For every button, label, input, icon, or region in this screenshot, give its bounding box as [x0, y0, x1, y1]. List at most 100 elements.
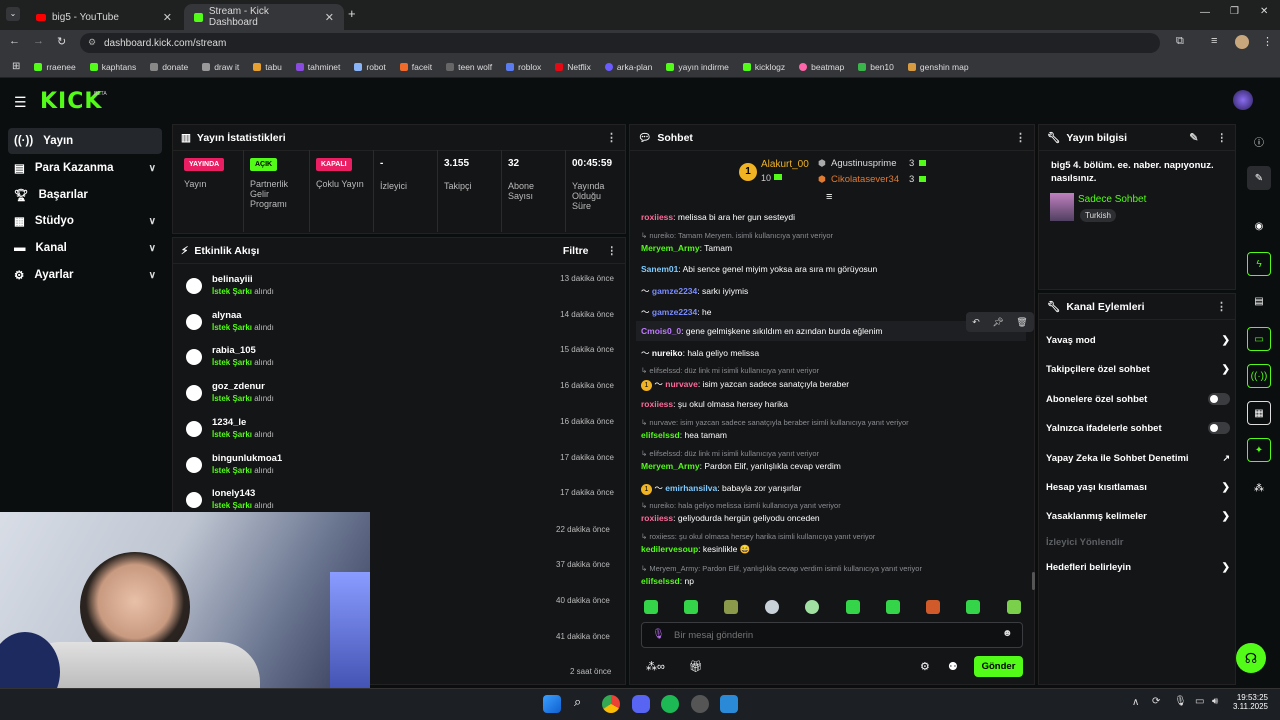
bookmark-item[interactable]: Netflix	[555, 62, 591, 72]
sidebar-item-yayin[interactable]: ((·)) Yayın	[8, 128, 162, 154]
chat-username[interactable]: gamze2234	[652, 286, 697, 296]
clock[interactable]: 19:53:25 3.11.2025	[1232, 693, 1268, 711]
emote-icon[interactable]	[724, 600, 738, 614]
bookmark-item[interactable]: yayın indirme	[666, 62, 729, 72]
toggle-switch[interactable]	[1208, 393, 1230, 405]
category-thumbnail[interactable]	[1050, 193, 1074, 221]
action-banned-words[interactable]: Yasaklanmış kelimeler ❯	[1046, 506, 1230, 526]
new-tab-icon[interactable]: +	[348, 6, 356, 21]
action-account-age[interactable]: Hesap yaşı kısıtlaması ❯	[1046, 477, 1230, 497]
maximize-icon[interactable]: ❐	[1230, 6, 1239, 17]
delete-icon[interactable]: 🗑︎	[1016, 317, 1027, 328]
bookmark-item[interactable]: kaphtans	[89, 62, 136, 72]
action-followers-only[interactable]: Takipçilere özel sohbet ❯	[1046, 359, 1230, 379]
minimize-icon[interactable]: —	[1200, 7, 1210, 18]
gift-box-icon[interactable]: 🎁︎	[689, 660, 703, 673]
emote-icon[interactable]	[644, 600, 658, 614]
bookmark-item[interactable]: arka-plan	[604, 62, 652, 72]
help-icon[interactable]: ☊	[1236, 643, 1266, 673]
edit-icon[interactable]: ✎	[1189, 131, 1198, 144]
camera-icon[interactable]: ◉	[1247, 214, 1271, 238]
site-info-icon[interactable]: ⚙	[88, 37, 96, 48]
category-link[interactable]: Sadece Sohbet	[1078, 194, 1146, 205]
chat-username[interactable]: roxiiess	[641, 513, 673, 523]
hamburger-icon[interactable]: ☰	[14, 94, 27, 111]
forward-icon[interactable]: →	[33, 35, 44, 47]
tab-kick-dashboard[interactable]: Stream - Kick Dashboard ✕	[184, 4, 344, 30]
emote-icon[interactable]	[765, 600, 779, 614]
action-goals[interactable]: Hedefleri belirleyin ❯	[1046, 557, 1230, 577]
pin-icon[interactable]: 📌︎	[992, 317, 1003, 328]
tab-youtube[interactable]: big5 - YouTube ✕	[26, 4, 182, 30]
action-raid[interactable]: İzleyici Yönlendir	[1046, 532, 1230, 552]
chat-username[interactable]: elifselssd	[641, 576, 680, 586]
more-options-icon[interactable]: ⋮	[1217, 132, 1228, 144]
bookmark-item[interactable]: tabu	[253, 62, 282, 72]
chat-username[interactable]: emirhansilva	[665, 483, 717, 493]
emote-icon[interactable]	[926, 600, 940, 614]
emote-icon[interactable]	[805, 600, 819, 614]
close-tab-icon[interactable]: ✕	[325, 11, 334, 24]
app-icon[interactable]	[720, 695, 738, 713]
browser-menu-icon[interactable]: ⋮	[1262, 35, 1273, 48]
back-icon[interactable]: ←	[9, 35, 20, 47]
tray-chevron-icon[interactable]: ∧	[1132, 697, 1139, 708]
action-slow-mode[interactable]: Yavaş mod ❯	[1046, 330, 1230, 350]
bookmark-item[interactable]: tahminet	[295, 62, 340, 72]
settings-icon[interactable]: ⚙	[920, 660, 930, 673]
reload-icon[interactable]: ↻	[57, 35, 66, 48]
top-gifter-name[interactable]: Alakurt_00	[761, 159, 809, 170]
more-options-icon[interactable]: ⋮	[607, 245, 618, 257]
discord-icon[interactable]	[632, 695, 650, 713]
sidebar-item-studyo[interactable]: ▦ Stüdyo ∨	[8, 208, 162, 234]
apps-icon[interactable]: ⊞	[12, 61, 20, 72]
chat-icon[interactable]: ▭	[1247, 327, 1271, 351]
profile-avatar[interactable]	[1235, 35, 1249, 49]
broadcast-icon[interactable]: ((·))	[1247, 364, 1271, 388]
media-icon[interactable]: ≡	[1211, 35, 1217, 47]
search-icon[interactable]: ⌕	[574, 694, 581, 710]
chat-username[interactable]: elifselssd	[641, 430, 680, 440]
bookmark-item[interactable]: genshin map	[907, 62, 969, 72]
info-icon[interactable]: ⓘ	[1247, 129, 1271, 153]
emote-icon[interactable]	[966, 600, 980, 614]
spotify-icon[interactable]	[661, 695, 679, 713]
chat-username[interactable]: roxiiess	[641, 399, 673, 409]
obs-icon[interactable]	[691, 695, 709, 713]
chat-username[interactable]: Meryem_Army	[641, 461, 700, 471]
volume-icon[interactable]: 🔊︎	[1212, 696, 1218, 707]
emote-icon[interactable]	[1007, 600, 1021, 614]
bookmark-item[interactable]: draw it	[202, 62, 239, 72]
sidebar-item-para-kazanma[interactable]: ▤ Para Kazanma ∨	[8, 155, 162, 181]
lightning-icon[interactable]: ϟ	[1247, 252, 1271, 276]
document-icon[interactable]: ▤	[1247, 289, 1271, 313]
chrome-icon[interactable]	[602, 695, 620, 713]
emoji-picker-icon[interactable]: ☻	[1002, 628, 1013, 639]
chat-input[interactable]	[674, 627, 994, 643]
display-icon[interactable]: ▭	[1195, 696, 1204, 707]
send-button[interactable]: Gönder	[974, 656, 1023, 677]
pencil-icon[interactable]: ✎	[1247, 166, 1271, 190]
sidebar-item-kanal[interactable]: ▬ Kanal ∨	[8, 235, 162, 261]
bookmark-item[interactable]: rraenee	[34, 62, 76, 72]
network-icon[interactable]: ⟳	[1152, 696, 1160, 707]
emote-icon[interactable]	[846, 600, 860, 614]
chat-username[interactable]: kedilervesoup	[641, 544, 698, 554]
bookmark-item[interactable]: donate	[150, 62, 188, 72]
tool-icon[interactable]: ✦	[1247, 438, 1271, 462]
bot-icon[interactable]: ⚉	[948, 660, 958, 673]
bookmark-item[interactable]: robot	[354, 62, 386, 72]
tab-search-icon[interactable]: ⌄	[6, 7, 20, 21]
more-options-icon[interactable]: ⋮	[1216, 300, 1227, 313]
top-gifter-name[interactable]: Cikolatasever34	[831, 174, 899, 185]
user-avatar[interactable]	[1233, 90, 1253, 110]
chat-username[interactable]: gamze2234	[652, 307, 697, 317]
bookmark-item[interactable]: roblox	[506, 62, 541, 72]
bookmark-item[interactable]: kicklogz	[742, 62, 785, 72]
top-gifter-name[interactable]: Agustinusprime	[831, 158, 896, 169]
emote-icon[interactable]	[886, 600, 900, 614]
reply-icon[interactable]: ↶	[972, 317, 980, 328]
bookmark-item[interactable]: beatmap	[799, 62, 844, 72]
chat-message[interactable]: Cmois0_0: gene gelmişkene sıkıldım en az…	[641, 326, 882, 336]
chat-username[interactable]: Cmois0_0	[641, 326, 681, 336]
